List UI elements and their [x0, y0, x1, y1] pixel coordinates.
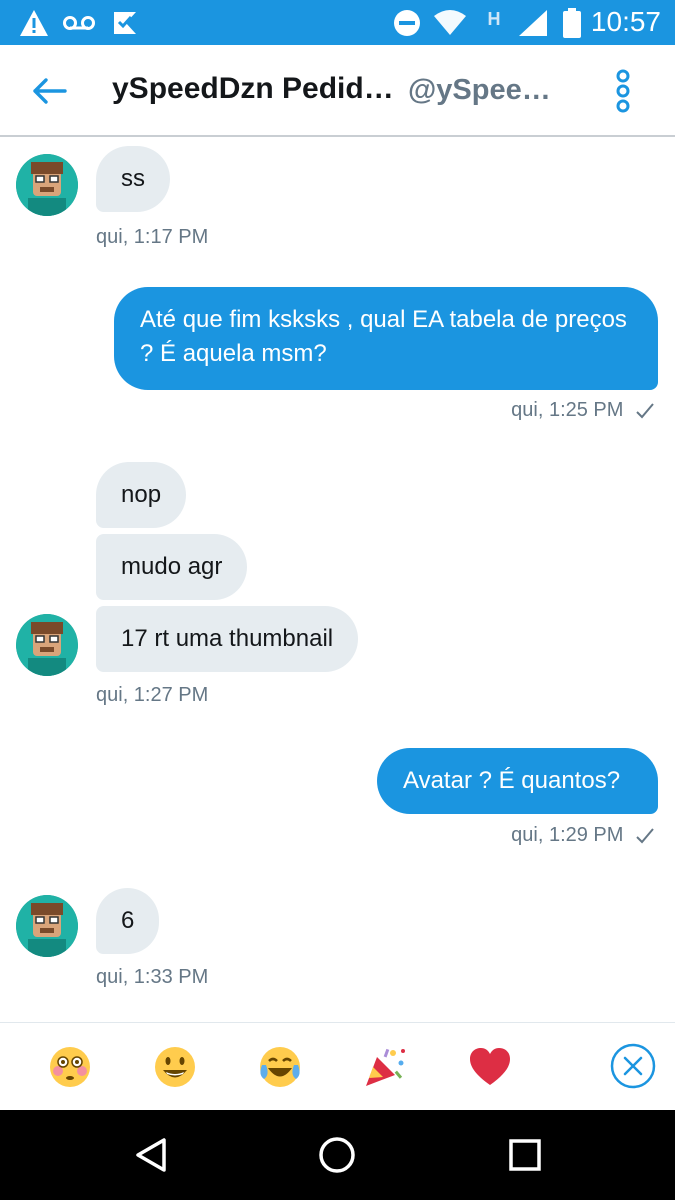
- message-bubble[interactable]: ss: [96, 146, 170, 212]
- close-icon: [610, 1043, 656, 1089]
- message-bubble[interactable]: Avatar ? É quantos?: [377, 748, 658, 814]
- avatar[interactable]: [16, 614, 78, 676]
- message-bubble[interactable]: mudo agr: [96, 534, 248, 600]
- recents-square-icon: [509, 1139, 541, 1171]
- party-popper-icon[interactable]: [363, 1045, 407, 1089]
- nav-home-button[interactable]: [314, 1132, 360, 1178]
- avatar[interactable]: [16, 895, 78, 957]
- conversation-header: ySpeedDzn Pedid… @ySpee…: [0, 45, 675, 137]
- nav-back-button[interactable]: [128, 1132, 174, 1178]
- clock: 10:57: [590, 6, 661, 37]
- home-circle-icon: [319, 1137, 355, 1173]
- smiley-face-icon[interactable]: [153, 1045, 197, 1089]
- tears-of-joy-icon[interactable]: [258, 1045, 302, 1089]
- message-timestamp: qui, 1:33 PM: [96, 966, 209, 988]
- message-bubble[interactable]: nop: [96, 462, 187, 528]
- conversation-handle[interactable]: @ySpee…: [408, 74, 551, 107]
- conversation-title[interactable]: ySpeedDzn Pedid…: [112, 72, 394, 106]
- more-vertical-icon: [616, 69, 630, 113]
- message-bubble[interactable]: 17 rt uma thumbnail: [96, 606, 359, 672]
- message-timestamp-row: qui, 1:25 PM: [511, 399, 655, 422]
- message-timestamp: qui, 1:29 PM: [511, 824, 624, 846]
- back-triangle-icon: [136, 1138, 166, 1172]
- message-bubble[interactable]: 6: [96, 888, 160, 954]
- message-timestamp: qui, 1:27 PM: [96, 684, 209, 706]
- reaction-bar: [0, 1022, 675, 1110]
- do-not-disturb-icon: [392, 8, 422, 38]
- voicemail-icon: [62, 8, 96, 38]
- wifi-icon: [432, 8, 468, 38]
- warning-icon: [18, 8, 50, 38]
- message-timestamp: qui, 1:25 PM: [511, 399, 624, 421]
- network-type-label: H: [487, 8, 501, 29]
- back-arrow-icon: [33, 78, 67, 104]
- message-bubble[interactable]: Até que fim ksksks , qual EA tabela de p…: [114, 287, 658, 390]
- nav-recents-button[interactable]: [502, 1132, 548, 1178]
- app-notification-icon: [110, 8, 140, 38]
- signal-icon: [516, 8, 550, 38]
- battery-icon: [560, 8, 584, 38]
- more-options-button[interactable]: [606, 67, 640, 115]
- sent-check-icon: [636, 828, 654, 844]
- flushed-face-icon[interactable]: [48, 1045, 92, 1089]
- message-timestamp-row: qui, 1:29 PM: [511, 824, 655, 847]
- red-heart-icon[interactable]: [468, 1045, 512, 1089]
- message-timestamp: qui, 1:17 PM: [96, 226, 209, 248]
- status-bar: H 10:57: [0, 0, 675, 45]
- system-navigation-bar: [0, 1110, 675, 1200]
- avatar[interactable]: [16, 154, 78, 216]
- sent-check-icon: [636, 403, 654, 419]
- close-reactions-button[interactable]: [610, 1043, 656, 1089]
- back-button[interactable]: [28, 73, 70, 109]
